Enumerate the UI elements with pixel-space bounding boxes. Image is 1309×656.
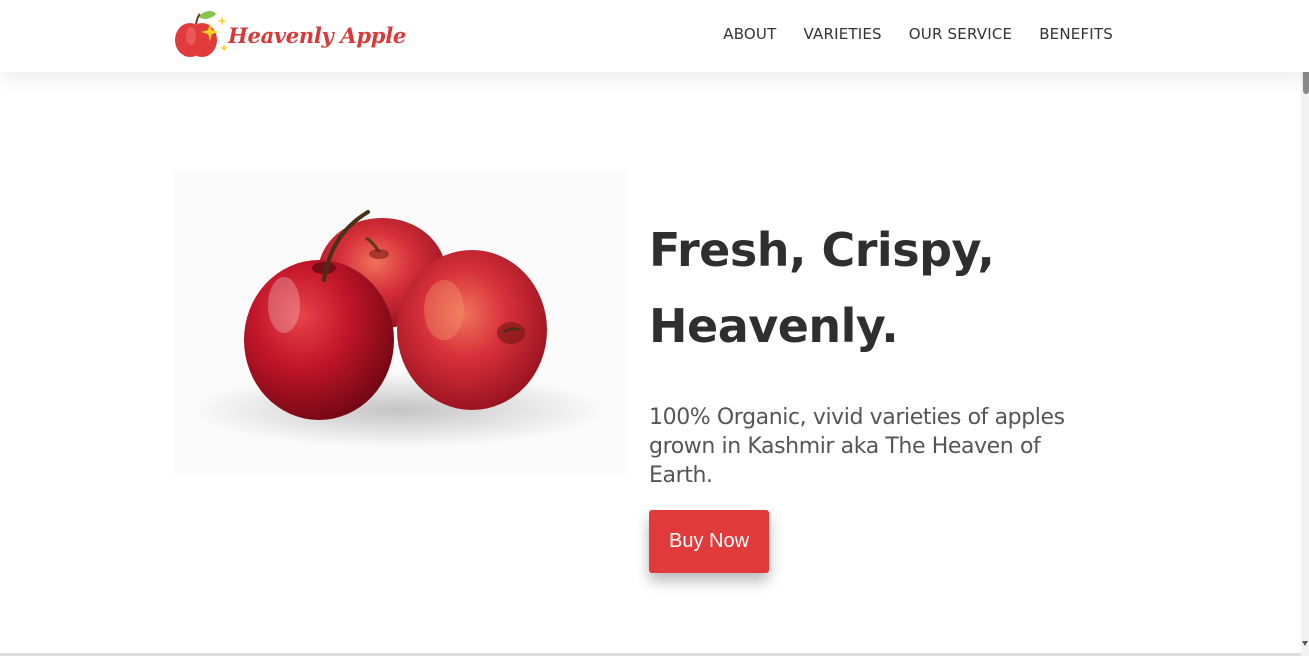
nav-item-our-service: OUR SERVICE bbox=[909, 24, 1012, 43]
brand-link[interactable]: Heavenly Apple bbox=[172, 8, 406, 62]
nav-item-varieties: VARIETIES bbox=[803, 24, 881, 43]
vertical-scrollbar[interactable] bbox=[1301, 0, 1309, 656]
nav-link-our-service[interactable]: OUR SERVICE bbox=[909, 25, 1012, 43]
hero-title: Fresh, Crispy, Heavenly. bbox=[649, 212, 1209, 364]
navbar: Heavenly Apple ABOUT VARIETIES OUR SERVI… bbox=[0, 0, 1309, 72]
hero-title-line2: Heavenly. bbox=[649, 299, 899, 353]
nav-link-benefits[interactable]: BENEFITS bbox=[1039, 25, 1113, 43]
brand-name: Heavenly Apple bbox=[228, 22, 406, 48]
nav-link-varieties[interactable]: VARIETIES bbox=[803, 25, 881, 43]
page: Heavenly Apple ABOUT VARIETIES OUR SERVI… bbox=[0, 0, 1309, 656]
nav-item-about: ABOUT bbox=[723, 24, 776, 43]
hero-title-line1: Fresh, Crispy, bbox=[649, 223, 995, 277]
nav-item-benefits: BENEFITS bbox=[1039, 24, 1113, 43]
main-nav: ABOUT VARIETIES OUR SERVICE BENEFITS bbox=[723, 24, 1113, 43]
apple-sparkle-logo-icon bbox=[175, 10, 228, 57]
nav-link-about[interactable]: ABOUT bbox=[723, 25, 776, 43]
scroll-down-arrow-icon[interactable] bbox=[1302, 641, 1308, 646]
buy-now-button[interactable]: Buy Now bbox=[649, 510, 769, 573]
hero-description: 100% Organic, vivid varieties of apples … bbox=[649, 405, 1065, 488]
three-red-apples-image bbox=[174, 170, 628, 474]
